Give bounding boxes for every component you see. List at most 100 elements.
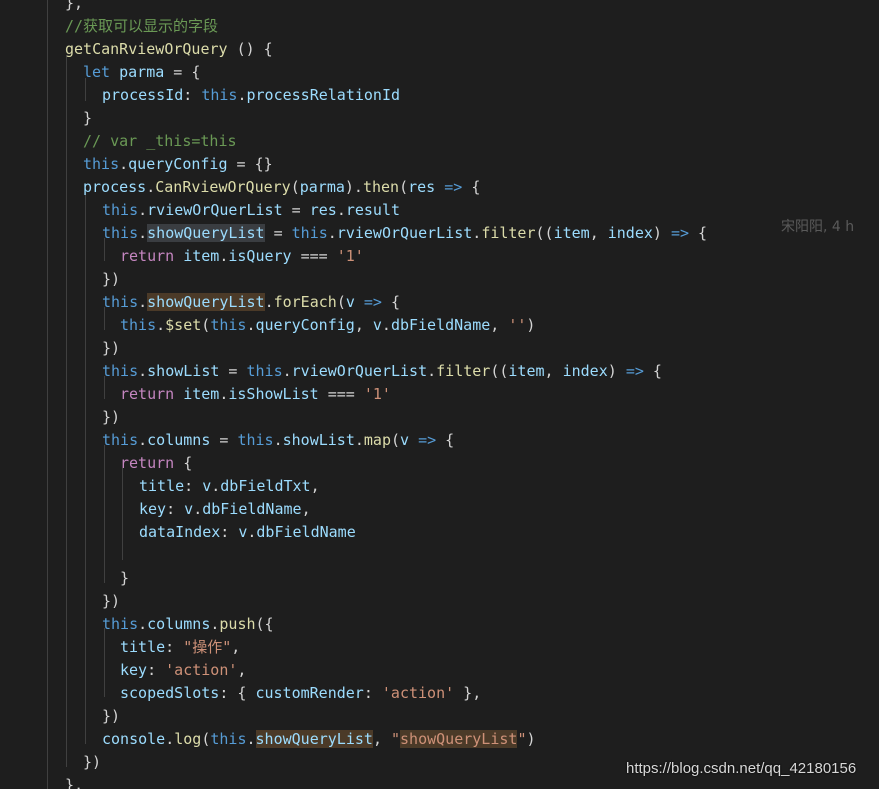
code-token: rviewOrQuerList (291, 362, 428, 380)
code-token: : (165, 638, 184, 656)
code-token: processId (102, 86, 184, 104)
code-line[interactable]: dataIndex: v.dbFieldName (139, 521, 356, 544)
code-token: . (138, 362, 148, 380)
code-token: === (291, 247, 337, 265)
indent-guide (122, 468, 123, 560)
code-line[interactable]: process.CanRviewOrQuery(parma).then(res … (83, 176, 480, 199)
code-line[interactable]: }) (102, 268, 120, 291)
code-token: { (462, 178, 481, 196)
code-token: showList (147, 362, 220, 380)
code-token: return (120, 247, 175, 265)
code-line[interactable]: }) (102, 705, 120, 728)
code-token: '1' (336, 247, 364, 265)
indent-guide (47, 0, 48, 789)
watermark-url: https://blog.csdn.net/qq_42180156 (626, 760, 857, 777)
code-token: }) (102, 707, 121, 725)
code-token: this (102, 615, 139, 633)
indent-guide (104, 628, 105, 697)
code-token: scopedSlots (120, 684, 220, 702)
code-token: ( (391, 431, 401, 449)
code-line[interactable]: return item.isQuery === '1' (120, 245, 364, 268)
code-token: }, (454, 684, 482, 702)
code-line[interactable]: }) (83, 751, 101, 774)
code-token: => (625, 362, 644, 380)
code-editor[interactable]: }, //获取可以显示的字段 getCanRviewOrQuery () {let … (0, 0, 879, 789)
code-token: log (174, 730, 202, 748)
code-token: this (102, 362, 139, 380)
code-line[interactable]: //获取可以显示的字段 (65, 15, 218, 38)
code-line[interactable]: this.showQueryList = this.rviewOrQuerLis… (102, 222, 707, 245)
code-token: , (589, 224, 608, 242)
code-token: { (436, 431, 455, 449)
code-token: this (210, 730, 247, 748)
code-token: { (174, 454, 193, 472)
code-token: => (363, 293, 382, 311)
code-token: rviewOrQuerList (336, 224, 473, 242)
code-token: return (120, 385, 175, 403)
code-token: columns (147, 431, 211, 449)
code-token: v (345, 293, 355, 311)
code-line[interactable]: this.showQueryList.forEach(v => { (102, 291, 400, 314)
code-token: index (562, 362, 608, 380)
code-line[interactable]: // var _this=this (83, 130, 237, 153)
code-line[interactable]: title: v.dbFieldTxt, (139, 475, 320, 498)
code-token: item (183, 385, 220, 403)
code-token: , (372, 730, 391, 748)
code-line[interactable]: processId: this.processRelationId (102, 84, 400, 107)
code-token: { (689, 224, 708, 242)
code-line[interactable]: title: "操作", (120, 636, 240, 659)
code-line[interactable]: this.columns.push({ (102, 613, 274, 636)
code-token: push (219, 615, 256, 633)
code-token: , (310, 477, 320, 495)
code-token: : (363, 684, 382, 702)
code-token: . (264, 293, 274, 311)
code-token: . (193, 500, 203, 518)
code-token: ). (344, 178, 363, 196)
code-line[interactable]: return item.isShowList === '1' (120, 383, 391, 406)
code-line[interactable]: key: 'action', (120, 659, 246, 682)
code-token: then (362, 178, 400, 196)
code-line[interactable]: }) (102, 406, 120, 429)
code-token: dataIndex (139, 523, 221, 541)
code-line[interactable]: }) (102, 590, 120, 613)
code-line[interactable]: getCanRviewOrQuery () { (65, 38, 273, 61)
code-line[interactable]: this.showList = this.rviewOrQuerList.fil… (102, 360, 662, 383)
code-line[interactable]: }) (102, 337, 120, 360)
code-token: queryConfig (128, 155, 228, 173)
code-line[interactable]: key: v.dbFieldName, (139, 498, 311, 521)
code-line[interactable]: this.rviewOrQuerList = res.result (102, 199, 400, 222)
code-line[interactable]: }, (65, 774, 83, 789)
code-line[interactable]: return { (120, 452, 192, 475)
code-token: this (83, 155, 120, 173)
code-token: . (246, 730, 256, 748)
code-token: 'action' (165, 661, 238, 679)
code-line[interactable]: }, (65, 0, 83, 15)
code-token: . (146, 178, 156, 196)
code-line[interactable]: this.$set(this.queryConfig, v.dbFieldNam… (120, 314, 535, 337)
code-line[interactable]: let parma = { (83, 61, 200, 84)
code-token: this (102, 201, 139, 219)
code-token: = (282, 201, 310, 219)
code-token: }) (102, 592, 121, 610)
code-token: showQueryList (255, 730, 373, 748)
code-token: " (391, 730, 401, 748)
code-token: = { (164, 63, 201, 81)
code-line[interactable]: } (120, 567, 129, 590)
code-token: ) (526, 316, 536, 334)
code-token: = {} (227, 155, 273, 173)
code-token: parma (119, 63, 165, 81)
code-line[interactable]: this.columns = this.showList.map(v => { (102, 429, 454, 452)
code-line[interactable]: } (83, 107, 92, 130)
code-line[interactable]: scopedSlots: { customRender: 'action' }, (120, 682, 481, 705)
code-token: . (282, 362, 292, 380)
code-line[interactable]: console.log(this.showQueryList, "showQue… (102, 728, 536, 751)
code-token: : { (219, 684, 256, 702)
code-token: }, (65, 0, 84, 12)
code-token: => (418, 431, 437, 449)
code-token: = (210, 431, 238, 449)
code-line[interactable]: this.queryConfig = {} (83, 153, 273, 176)
indent-guide (85, 192, 86, 744)
code-token: columns (147, 615, 211, 633)
indent-guide (104, 445, 105, 583)
